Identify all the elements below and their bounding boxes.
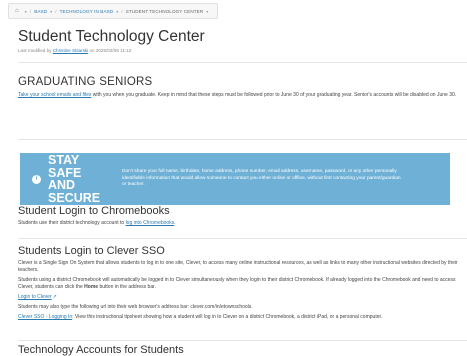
home-icon[interactable]: ⌂ [15,8,19,14]
clever-heading: Students Login to Clever SSO [18,245,165,257]
clever-tipsheet: Clever SSO - Logging In: View this instr… [18,314,383,320]
log-into-chromebooks-link[interactable]: log into Chromebooks [126,220,175,226]
seniors-text: Take your school emails and files with y… [18,92,457,98]
chromebooks-text: Students use their district technology a… [18,220,176,226]
clever-url-text: Students may also type the following url… [18,304,253,310]
page-title: Student Technology Center [18,28,205,45]
chevron-down-icon[interactable]: ▾ [25,9,27,14]
external-link-icon: ↗ [52,294,57,300]
last-modified: Last modified by Christine Sklarski on 2… [18,48,132,53]
divider [18,238,467,239]
chromebooks-heading: Student Login to Chromebooks [18,205,170,217]
breadcrumb-current: STUDENT TECHNOLOGY CENTER [125,8,204,14]
seniors-heading: GRADUATING SENIORS [18,76,153,88]
divider [18,340,467,341]
login-to-clever-link[interactable]: Login to Clever [18,294,52,300]
clever-section: Students Login to Clever SSO Clever is a… [18,245,458,321]
clever-chromebook-text: Students using a district Chromebook wil… [18,277,456,290]
clever-intro: Clever is a Single Sign On System that a… [18,260,458,273]
info-icon: i [32,174,41,184]
chevron-down-icon[interactable]: ▾ [206,9,208,14]
breadcrumb-link-technology[interactable]: TECHNOLOGY IN BASD [60,9,114,14]
callout-title: STAY SAFE AND SECURE [48,153,101,205]
login-to-clever: Login to Clever↗ [18,294,458,301]
author-link[interactable]: Christine Sklarski [53,48,88,53]
chevron-down-icon[interactable]: ▾ [116,9,118,14]
breadcrumb: ⌂ ▾ / BASD ▾ / TECHNOLOGY IN BASD ▾ / ST… [8,3,219,19]
divider [18,62,467,63]
clever-tipsheet-link[interactable]: Clever SSO - Logging In [18,314,72,320]
chevron-down-icon[interactable]: ▾ [50,9,52,14]
callout-text: Don't share your full name, birthdate, h… [122,169,401,188]
breadcrumb-bar: ⌂ ▾ / BASD ▾ / TECHNOLOGY IN BASD ▾ / ST… [0,0,467,22]
safety-callout: i STAY SAFE AND SECURE Don't share your … [20,153,450,205]
accounts-heading: Technology Accounts for Students [18,344,184,356]
accounts-section: Technology Accounts for Students [18,344,458,356]
breadcrumb-link-basd[interactable]: BASD [34,9,47,14]
seniors-section: GRADUATING SENIORS Take your school emai… [18,76,458,99]
page-header: Student Technology Center Last modified … [18,28,467,53]
chromebooks-section: Student Login to Chromebooks Students us… [18,205,458,227]
divider [18,139,467,140]
take-emails-link[interactable]: Take your school emails and files [18,92,91,98]
